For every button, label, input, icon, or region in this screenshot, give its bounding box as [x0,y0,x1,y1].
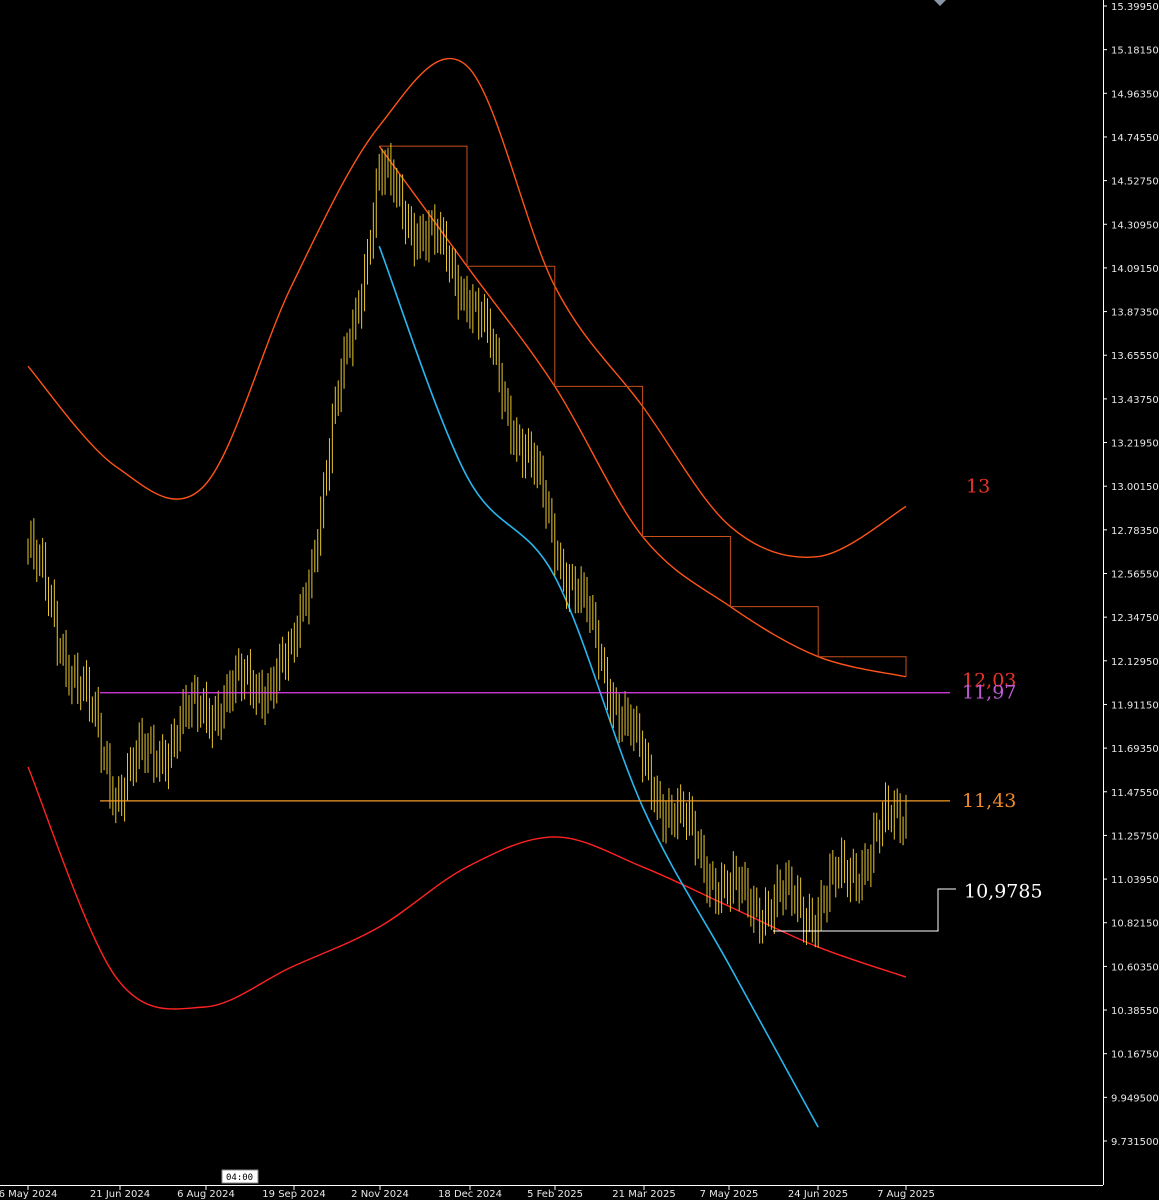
level-annotation-label: 11,43 [962,790,1016,812]
y-tick-label: 13.873500 [1111,308,1159,319]
y-tick-label: 9.949500 [1111,1093,1159,1104]
bar-countdown: 04:00 [221,1169,259,1184]
y-tick-label: 13.437500 [1111,395,1159,406]
y-tick-label: 12.347500 [1111,613,1159,624]
x-tick-label: 21 Mar 2025 [612,1189,675,1200]
y-tick-label: 12.565500 [1111,570,1159,581]
y-tick-label: 14.091500 [1111,264,1159,275]
y-tick-label: 12.129500 [1111,657,1159,668]
x-tick-label: 6 May 2024 [0,1189,57,1200]
y-tick-label: 13.655500 [1111,351,1159,362]
y-tick-label: 10.385500 [1111,1006,1159,1017]
y-tick-label: 13.219500 [1111,439,1159,450]
y-tick-label: 14.963500 [1111,89,1159,100]
y-tick-label: 13.001500 [1111,482,1159,493]
y-tick-label: 11.039500 [1111,875,1159,886]
y-tick-label: 10.821500 [1111,919,1159,930]
y-tick-label: 14.309500 [1111,220,1159,231]
x-tick-label: 18 Dec 2024 [438,1189,502,1200]
y-tick-label: 15.181500 [1111,46,1159,57]
level-annotation-label: 10,9785 [964,880,1043,902]
y-tick-label: 12.783500 [1111,526,1159,537]
y-tick-label: 14.527500 [1111,177,1159,188]
y-tick-label: 11.693500 [1111,744,1159,755]
x-tick-label: 21 Jun 2024 [90,1189,150,1200]
x-tick-label: 2 Nov 2024 [351,1189,409,1200]
x-tick-label: 7 May 2025 [700,1189,759,1200]
bar-countdown-label: 04:00 [226,1173,253,1183]
y-tick-label: 10.167500 [1111,1050,1159,1061]
chart-background [0,0,1159,1200]
y-tick-label: 9.731500 [1111,1137,1159,1148]
y-tick-label: 11.257500 [1111,831,1159,842]
y-tick-label: 11.911500 [1111,700,1159,711]
x-tick-label: 24 Jun 2025 [788,1189,848,1200]
x-tick-label: 6 Aug 2024 [177,1189,235,1200]
x-tick-label: 5 Feb 2025 [527,1189,583,1200]
y-tick-label: 11.475500 [1111,788,1159,799]
price-chart: 1312,0311,9711,4310,9785 15.39950015.181… [0,0,1159,1200]
y-tick-label: 15.399500 [1111,2,1159,13]
y-tick-label: 10.603500 [1111,962,1159,973]
x-tick-label: 7 Aug 2025 [877,1189,935,1200]
x-tick-label: 19 Sep 2024 [262,1189,325,1200]
level-annotation-label: 13 [966,475,990,497]
level-annotation-label: 11,97 [962,682,1016,704]
y-tick-label: 14.745500 [1111,133,1159,144]
